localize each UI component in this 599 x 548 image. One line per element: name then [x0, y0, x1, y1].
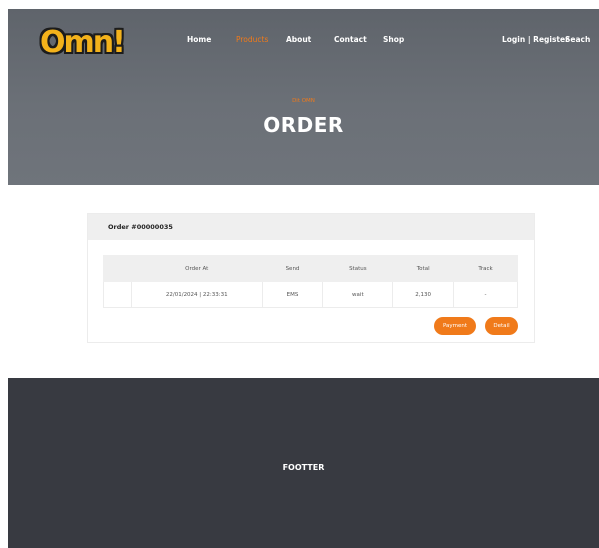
nav-shop[interactable]: Shop	[383, 35, 404, 44]
order-date-cell: 22/01/2024 | 22:33:31	[130, 281, 263, 308]
column-header: Send	[261, 255, 324, 282]
column-header: Track	[453, 255, 518, 282]
detail-button[interactable]: Detail	[485, 317, 518, 335]
nav-home[interactable]: Home	[187, 35, 211, 44]
site-logo[interactable]: Omn!	[32, 23, 126, 69]
nav-contact[interactable]: Contact	[334, 35, 367, 44]
order-number: Order #00000035	[108, 223, 173, 231]
logo-text: Omn!	[40, 25, 126, 60]
track-cell: -	[453, 281, 518, 308]
footer-text: FOOTTER	[282, 463, 325, 472]
page-title: ORDER	[263, 113, 344, 137]
column-header: Total	[392, 255, 455, 282]
column-header: Status	[322, 255, 394, 282]
table-row: 22/01/2024 | 22:33:31 EMS wait 2,130 -	[103, 281, 518, 308]
footer: FOOTTER	[8, 378, 599, 548]
nav-products[interactable]: Products	[236, 35, 268, 44]
order-card: Order #00000035 Order At Send Status Tot…	[87, 213, 535, 343]
send-cell: EMS	[261, 281, 324, 308]
table-cell	[103, 281, 132, 308]
payment-button[interactable]: Payment	[434, 317, 476, 335]
order-card-header: Order #00000035	[88, 214, 534, 240]
total-cell: 2,130	[392, 281, 455, 308]
column-header: Order At	[130, 255, 263, 282]
nav-search[interactable]: Seach	[565, 35, 590, 44]
nav-about[interactable]: About	[286, 35, 311, 44]
nav-login-register[interactable]: Login | Register	[502, 35, 569, 44]
breadcrumb: Dit OMN	[292, 98, 315, 104]
status-cell: wait	[322, 281, 394, 308]
hero-banner: Omn! Home Products About Contact Shop Lo…	[8, 9, 599, 185]
order-table: Order At Send Status Total Track 22/01/2…	[103, 255, 518, 308]
column-header	[103, 255, 132, 282]
table-header-row: Order At Send Status Total Track	[103, 255, 518, 282]
